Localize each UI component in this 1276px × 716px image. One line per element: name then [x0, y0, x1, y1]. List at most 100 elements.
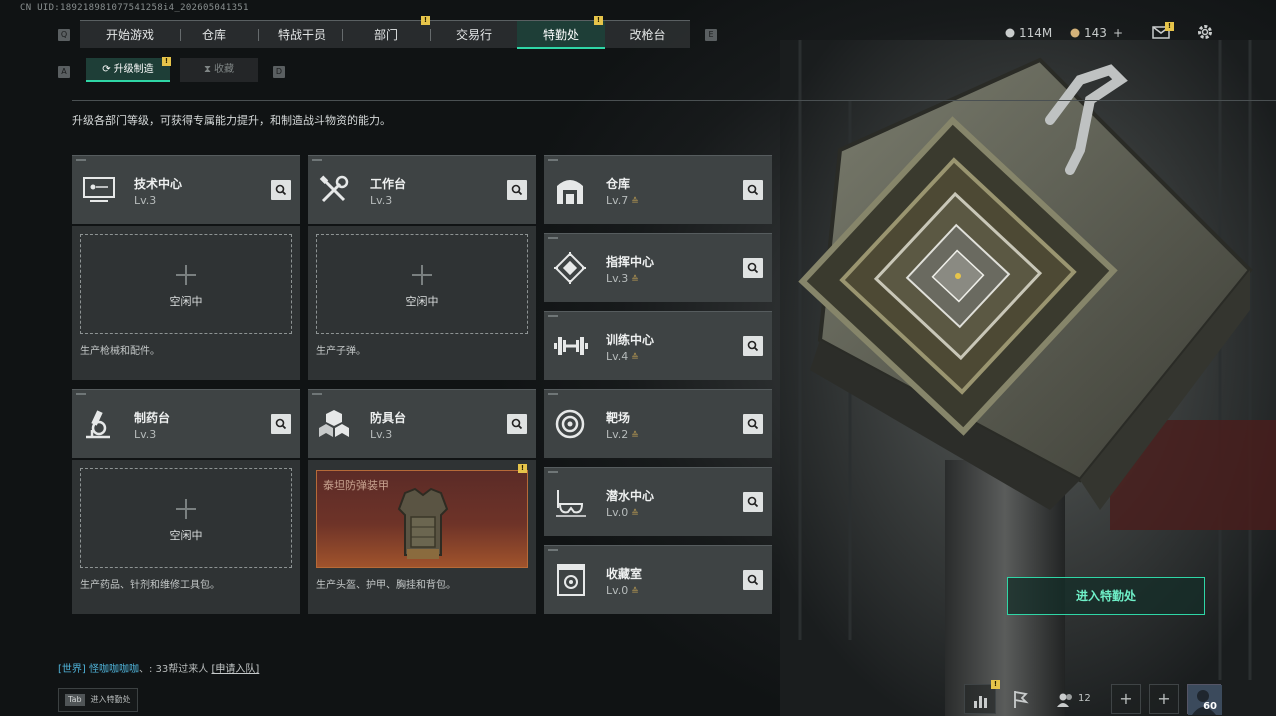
slot-status: 空闲中: [169, 529, 203, 542]
coin-amount: 114M: [1019, 26, 1053, 40]
dept-inspect-button[interactable]: [507, 180, 527, 200]
chat-line[interactable]: [世界] 怪咖咖咖咖、: 33帮过来人 [申请入队]: [58, 660, 259, 675]
collection-icon: [557, 564, 585, 596]
dept-level: Lv.3: [134, 428, 156, 441]
coin-icon: [1005, 28, 1015, 38]
dept-level: Lv.3: [134, 194, 156, 207]
card-tick: [548, 471, 558, 473]
dept-name: 工作台: [370, 177, 407, 191]
header-divider: [72, 100, 1276, 101]
search-icon: [275, 418, 287, 430]
plus-icon: [176, 265, 196, 285]
friends-button[interactable]: 12: [1056, 690, 1100, 710]
flag-button[interactable]: [1004, 684, 1036, 714]
token-amount: 143: [1084, 26, 1107, 40]
plus-icon: [412, 265, 432, 285]
dept-card-collection-room[interactable]: 收藏室 Lv.0 ≙: [544, 545, 772, 614]
subtab-upgrade-label: 升级制造: [113, 64, 154, 75]
add-teammate-button-2[interactable]: +: [1149, 684, 1179, 714]
chat-sender[interactable]: 怪咖咖咖咖: [89, 664, 139, 675]
upgrade-available-icon: ≙: [631, 431, 639, 441]
dept-level: Lv.0 ≙: [606, 584, 639, 597]
dept-inspect-button[interactable]: [271, 180, 291, 200]
key-hint-d: D: [273, 66, 285, 78]
key-hint-q: Q: [58, 29, 70, 41]
search-icon: [747, 418, 759, 430]
upgrade-available-icon: ≙: [631, 197, 639, 207]
dept-name: 技术中心: [134, 177, 183, 191]
enter-special-ops-button[interactable]: 进入特勤处: [1007, 577, 1205, 615]
chat-join-link[interactable]: [申请入队]: [211, 664, 259, 675]
empty-slot-frame: 空闲中: [80, 234, 292, 334]
card-tick: [548, 159, 558, 161]
upgrade-available-icon: ≙: [631, 509, 639, 519]
dept-inspect-button[interactable]: [743, 492, 763, 512]
chat-channel: [世界]: [58, 664, 86, 675]
dept-level-text: Lv.2: [606, 428, 629, 441]
dept-card-armor-bench[interactable]: 防具台 Lv.3: [308, 389, 536, 458]
dept-card-command-center[interactable]: 指挥中心 Lv.3 ≙: [544, 233, 772, 302]
dept-inspect-button[interactable]: [743, 180, 763, 200]
subtab-upgrade-manufacture[interactable]: ⟳ 升级制造: [86, 58, 170, 82]
command-icon: [554, 252, 586, 284]
dept-level: Lv.7 ≙: [606, 194, 639, 207]
dept-inspect-button[interactable]: [743, 570, 763, 590]
production-slot-pharmacy[interactable]: 空闲中 生产药品、针剂和维修工具包。: [72, 460, 300, 614]
upgrade-available-icon: ≙: [631, 587, 639, 597]
dept-name: 防具台: [370, 411, 407, 425]
dept-level: Lv.3: [370, 194, 392, 207]
dept-card-shooting-range[interactable]: 靶场 Lv.2 ≙: [544, 389, 772, 458]
crafted-item-card[interactable]: 泰坦防弹装甲: [316, 470, 528, 568]
tab-department[interactable]: 部门: [342, 21, 430, 49]
plus-icon: [176, 499, 196, 519]
dept-inspect-button[interactable]: [743, 336, 763, 356]
subtab-collection[interactable]: ⧗ 收藏: [180, 58, 258, 82]
cubes-icon: [319, 410, 349, 437]
crafted-item-badge: !: [518, 464, 527, 473]
tab-operators[interactable]: 特战干员: [258, 21, 346, 49]
settings-gear-icon[interactable]: [1196, 23, 1214, 41]
intro-text: 升级各部门等级，可获得专属能力提升，和制造战斗物资的能力。: [72, 114, 391, 127]
tab-warehouse[interactable]: 仓库: [170, 21, 258, 49]
card-tick: [76, 393, 86, 395]
dept-card-workbench[interactable]: 工作台 Lv.3: [308, 155, 536, 224]
dept-card-training-center[interactable]: 训练中心 Lv.4 ≙: [544, 311, 772, 380]
dept-inspect-button[interactable]: [271, 414, 291, 434]
production-slot-tech-center[interactable]: 空闲中 生产枪械和配件。: [72, 226, 300, 380]
production-slot-workbench[interactable]: 空闲中 生产子弹。: [308, 226, 536, 380]
dept-inspect-button[interactable]: [743, 258, 763, 278]
diving-mask-icon: [556, 490, 586, 517]
tab-gunsmith[interactable]: 改枪台: [605, 21, 690, 49]
dept-card-pharmacy[interactable]: 制药台 Lv.3: [72, 389, 300, 458]
tab-trade[interactable]: 交易行: [430, 21, 518, 49]
dept-inspect-button[interactable]: [507, 414, 527, 434]
dept-level: Lv.3: [370, 428, 392, 441]
dept-card-tech-center[interactable]: 技术中心 Lv.3: [72, 155, 300, 224]
subtab-collection-label: 收藏: [214, 64, 235, 75]
tab-key: Tab: [65, 694, 85, 706]
add-currency-button[interactable]: +: [1113, 26, 1123, 40]
dept-card-warehouse[interactable]: 仓库 Lv.7 ≙: [544, 155, 772, 224]
tab-shortcut-hint[interactable]: Tab 进入特勤处: [58, 688, 138, 712]
tab-start-game[interactable]: 开始游戏: [80, 21, 180, 49]
upgrade-badge: !: [162, 57, 171, 66]
production-slot-armor-bench[interactable]: 泰坦防弹装甲 ! 生产头盔、护甲、胸挂和背包。: [308, 460, 536, 614]
dept-level-text: Lv.0: [606, 506, 629, 519]
tab-special-ops[interactable]: 特勤处: [517, 21, 605, 49]
stats-badge: !: [991, 680, 1000, 689]
slot-status: 空闲中: [405, 295, 439, 308]
player-level: 60: [1203, 701, 1217, 712]
player-avatar[interactable]: 60: [1187, 684, 1222, 715]
dept-level-text: Lv.0: [606, 584, 629, 597]
add-teammate-button-1[interactable]: +: [1111, 684, 1141, 714]
dept-name: 训练中心: [606, 333, 655, 347]
search-icon: [275, 184, 287, 196]
dept-level-text: Lv.3: [370, 428, 393, 441]
search-icon: [511, 418, 523, 430]
tools-icon: [319, 175, 349, 203]
dept-inspect-button[interactable]: [743, 414, 763, 434]
dept-level-text: Lv.3: [606, 272, 629, 285]
friends-icon: [1057, 693, 1072, 707]
dept-card-diving-center[interactable]: 潜水中心 Lv.0 ≙: [544, 467, 772, 536]
computer-icon: [83, 177, 115, 202]
